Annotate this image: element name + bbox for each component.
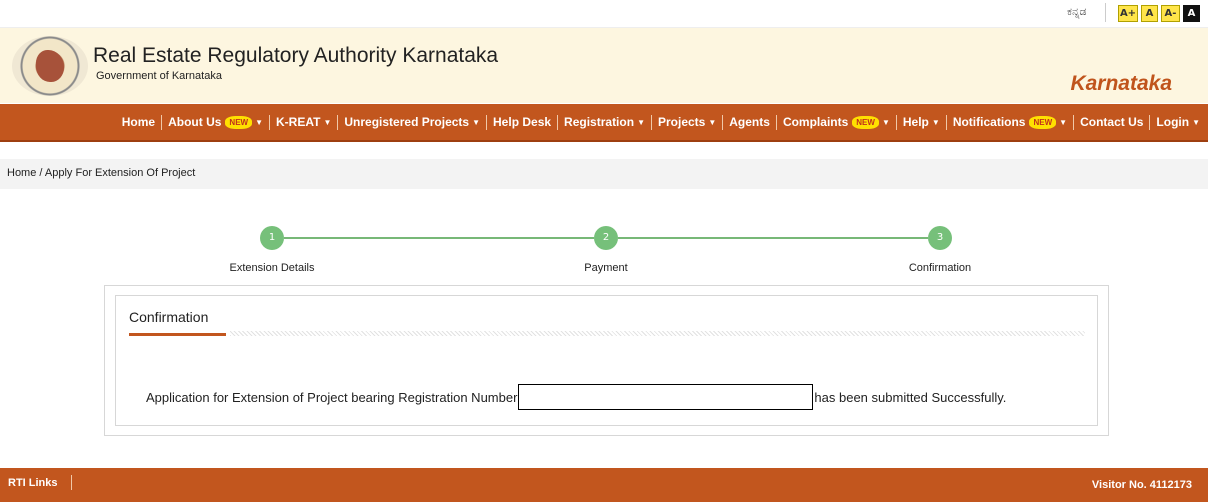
caret-down-icon: ▼ — [323, 118, 332, 127]
nav-item-label: Registration — [564, 115, 635, 129]
panel-title: Confirmation — [129, 309, 209, 325]
font-normal-button[interactable]: A — [1141, 5, 1158, 22]
step-connector-2 — [618, 237, 928, 239]
site-header: Real Estate Regulatory Authority Karnata… — [0, 27, 1208, 103]
caret-down-icon: ▼ — [637, 118, 645, 127]
visitor-counter: Visitor No. 4112173 — [1091, 479, 1192, 491]
site-footer: RTI Links Visitor No. 4112173 — [0, 468, 1208, 502]
nav-item-help-desk[interactable]: Help Desk — [486, 115, 557, 130]
font-decrease-button[interactable]: A- — [1161, 5, 1180, 22]
state-name: Karnataka — [1070, 72, 1172, 95]
panel-title-underline — [129, 333, 226, 336]
step-1-label: Extension Details — [229, 262, 315, 274]
confirmation-panel: Confirmation Application for Extension o… — [104, 285, 1109, 436]
nav-item-label: Contact Us — [1080, 115, 1144, 129]
caret-down-icon: ▼ — [472, 118, 481, 127]
registration-number-redacted-box — [518, 384, 814, 410]
confirmation-panel-body: Confirmation Application for Extension o… — [115, 295, 1098, 426]
step-3-label: Confirmation — [908, 262, 972, 274]
high-contrast-button[interactable]: A — [1183, 5, 1200, 22]
nav-item-unregistered-projects[interactable]: Unregistered Projects ▼ — [337, 115, 486, 130]
rera-seal-logo[interactable] — [12, 36, 88, 96]
step-1-circle: 1 — [260, 226, 284, 250]
site-title: Real Estate Regulatory Authority Karnata… — [93, 44, 499, 67]
nav-item-label: Unregistered Projects — [344, 115, 470, 129]
nav-menu: Home About Us NEW ▼ K-REAT ▼ Unregistered Proj… — [116, 115, 1206, 130]
success-message-suffix: has been submitted Successfully. — [814, 389, 1007, 405]
nav-item-label: Help — [902, 115, 929, 129]
nav-item-registration[interactable]: Registration ▼ — [557, 115, 651, 130]
step-3-circle: 3 — [928, 226, 952, 250]
nav-item-notifications[interactable]: Notifications NEW ▼ — [945, 115, 1073, 130]
nav-item-agents[interactable]: Agents — [722, 115, 776, 130]
top-utility-bar: ಕನ್ನಡ A+ A A- A — [0, 0, 1208, 26]
new-badge-icon: NEW — [1029, 116, 1057, 129]
main-navigation: Home About Us NEW ▼ K-REAT ▼ Unregistered Proj… — [0, 104, 1208, 142]
nav-item-label: Notifications — [952, 115, 1026, 129]
nav-item-login[interactable]: Login ▼ — [1149, 115, 1206, 130]
nav-item-label: Projects — [657, 115, 706, 129]
caret-down-icon: ▼ — [931, 118, 940, 127]
caret-down-icon: ▼ — [255, 118, 264, 127]
top-divider — [1105, 3, 1106, 22]
step-2-label: Payment — [584, 262, 628, 274]
nav-item-label: Help Desk — [493, 115, 552, 129]
new-badge-icon: NEW — [852, 116, 879, 129]
karnataka-map-emblem — [36, 50, 64, 82]
site-subtitle: Government of Karnataka — [96, 70, 222, 82]
nav-item-help[interactable]: Help ▼ — [895, 115, 946, 130]
step-2-circle: 2 — [594, 226, 618, 250]
nav-item-label: K-REAT — [276, 115, 321, 129]
nav-item-label: Home — [121, 115, 156, 129]
nav-item-label: Login — [1156, 115, 1190, 129]
nav-item-projects[interactable]: Projects ▼ — [650, 115, 722, 130]
footer-divider — [71, 475, 72, 490]
nav-item-contact-us[interactable]: Contact Us — [1073, 115, 1149, 130]
panel-title-divider — [230, 331, 1085, 336]
nav-item-complaints[interactable]: Complaints NEW ▼ — [775, 115, 896, 130]
step-connector-1 — [284, 237, 594, 239]
font-increase-button[interactable]: A+ — [1118, 5, 1138, 22]
breadcrumb: Home / Apply For Extension Of Project — [0, 159, 1208, 189]
progress-stepper: 1 2 3 Extension Details Payment Confirma… — [0, 226, 1208, 276]
new-badge-icon: NEW — [225, 116, 253, 129]
nav-item-label: About Us — [168, 115, 222, 129]
nav-item-k-reat[interactable]: K-REAT ▼ — [269, 115, 337, 130]
nav-item-label: Complaints — [782, 115, 849, 129]
nav-item-home[interactable]: Home — [116, 115, 161, 130]
caret-down-icon: ▼ — [1059, 118, 1068, 127]
caret-down-icon: ▼ — [881, 118, 890, 127]
language-switch-link[interactable]: ಕನ್ನಡ — [1067, 5, 1087, 19]
caret-down-icon: ▼ — [708, 118, 717, 127]
success-message-prefix: Application for Extension of Project bea… — [146, 389, 518, 405]
nav-item-about-us[interactable]: About Us NEW ▼ — [161, 115, 269, 130]
rti-links-link[interactable]: RTI Links — [8, 477, 58, 489]
caret-down-icon: ▼ — [1192, 118, 1200, 127]
nav-item-label: Agents — [729, 115, 770, 129]
success-message: Application for Extension of Project bea… — [146, 384, 1006, 410]
